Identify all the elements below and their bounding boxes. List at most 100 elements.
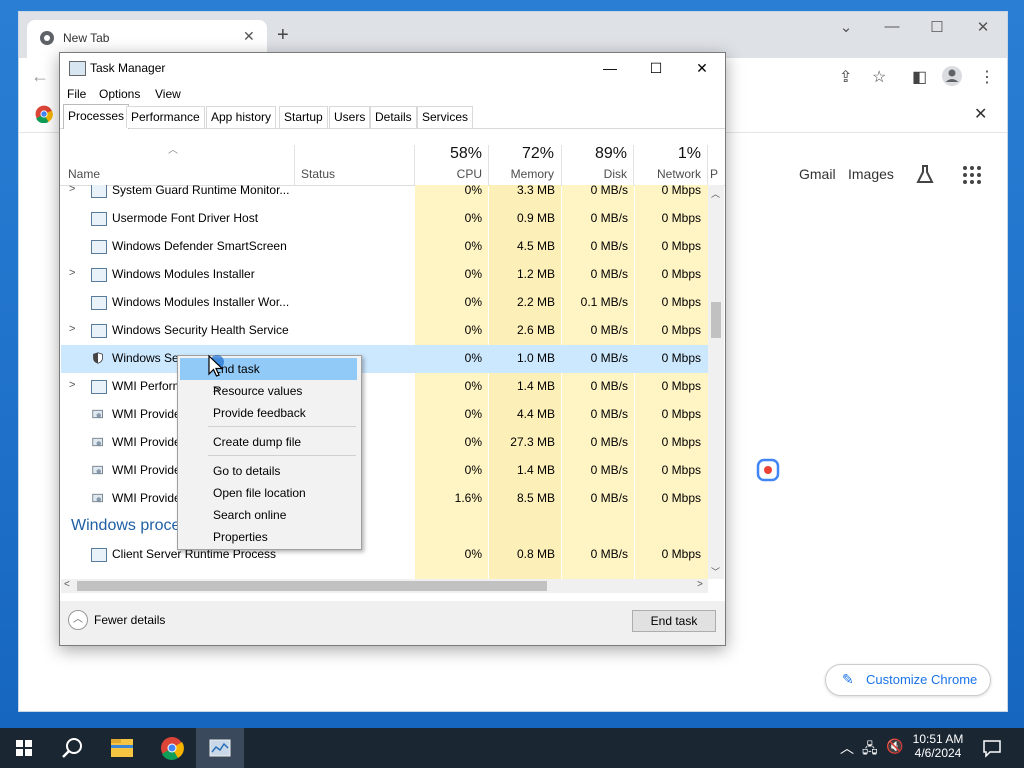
- hscroll-thumb[interactable]: [77, 581, 547, 591]
- bookmark-star-icon[interactable]: ☆: [872, 67, 886, 87]
- title-bar[interactable]: Task Manager — ☐ ✕: [60, 53, 725, 83]
- google-lens-icon[interactable]: [754, 456, 782, 484]
- ctx-search-online[interactable]: Search online: [180, 504, 357, 526]
- images-link[interactable]: Images: [848, 166, 894, 182]
- start-windows-icon[interactable]: [0, 728, 48, 768]
- notification-icon[interactable]: [982, 738, 1002, 758]
- network-value: 0 Mbps: [661, 547, 701, 561]
- memory-value: 2.6 MB: [516, 323, 555, 337]
- mouse-cursor-icon: [208, 354, 224, 377]
- scrollbar-thumb[interactable]: [711, 302, 721, 338]
- table-row[interactable]: Windows Sec 0% 1.0 MB 0 MB/s 0 Mbps: [61, 345, 708, 373]
- taskbar-clock[interactable]: 10:51 AM 4/6/2024: [908, 732, 968, 760]
- tab-details[interactable]: Details: [370, 106, 417, 128]
- expand-chevron-icon[interactable]: >: [69, 267, 75, 279]
- file-explorer-icon[interactable]: [98, 728, 146, 768]
- col-power[interactable]: P: [710, 167, 720, 181]
- expand-chevron-icon[interactable]: >: [69, 185, 75, 195]
- ctx-provide-feedback[interactable]: Provide feedback: [180, 402, 357, 424]
- expand-chevron-icon[interactable]: >: [69, 379, 75, 391]
- table-row[interactable]: WMI Provide 0% 1.4 MB 0 MB/s 0 Mbps: [61, 457, 708, 485]
- tm-maximize-button[interactable]: ☐: [633, 57, 679, 79]
- menu-item-label: Go to details: [213, 464, 281, 478]
- tab-users[interactable]: Users: [329, 106, 371, 128]
- side-panel-icon[interactable]: ◧: [912, 67, 927, 87]
- table-row[interactable]: WMI Provide 0% 4.4 MB 0 MB/s 0 Mbps: [61, 401, 708, 429]
- table-row[interactable]: Windows Defender SmartScreen 0% 4.5 MB 0 MB…: [61, 233, 708, 261]
- ctx-resource-values[interactable]: Resource values >: [180, 380, 357, 402]
- tab-search-icon[interactable]: ⌄: [831, 18, 861, 36]
- table-row[interactable]: WMI Provide 0% 27.3 MB 0 MB/s 0 Mbps: [61, 429, 708, 457]
- network-icon[interactable]: 🖧: [862, 738, 878, 762]
- volume-muted-icon[interactable]: 🔇: [886, 738, 903, 755]
- expand-chevron-icon[interactable]: >: [69, 323, 75, 335]
- disk-value: 0 MB/s: [590, 463, 628, 477]
- sort-arrow-icon: ︿: [168, 145, 178, 156]
- horizontal-scrollbar[interactable]: < >: [61, 579, 708, 593]
- col-disk[interactable]: Disk: [563, 167, 627, 181]
- tab-performance[interactable]: Performance: [126, 106, 205, 128]
- end-task-button[interactable]: End task: [632, 610, 716, 632]
- col-cpu[interactable]: CPU: [420, 167, 482, 181]
- bar-close-icon[interactable]: ✕: [974, 104, 987, 124]
- network-total[interactable]: 1%: [635, 145, 701, 163]
- ctx-go-to-details[interactable]: Go to details: [180, 460, 357, 482]
- col-name[interactable]: Name: [68, 167, 100, 181]
- disk-total[interactable]: 89%: [563, 145, 627, 163]
- tab-services[interactable]: Services: [417, 106, 474, 128]
- table-row[interactable]: > WMI Perform 0% 1.4 MB 0 MB/s 0 Mbps: [61, 373, 708, 401]
- fewer-details-link[interactable]: Fewer details: [94, 613, 165, 627]
- ctx-properties[interactable]: Properties: [180, 526, 357, 548]
- menu-options[interactable]: Options: [99, 87, 140, 101]
- chrome-taskbar-icon[interactable]: [148, 728, 196, 768]
- back-arrow-icon[interactable]: ←: [31, 66, 49, 87]
- customize-chrome-button[interactable]: ✎ Customize Chrome: [825, 664, 991, 696]
- labs-flask-icon[interactable]: [915, 164, 935, 184]
- disk-value: 0 MB/s: [590, 379, 628, 393]
- col-status[interactable]: Status: [301, 167, 335, 181]
- scroll-right-icon[interactable]: >: [697, 579, 703, 590]
- apps-grid-icon[interactable]: [963, 166, 981, 184]
- col-network[interactable]: Network: [635, 167, 701, 181]
- search-icon[interactable]: [48, 728, 96, 768]
- vertical-scrollbar[interactable]: ︿ ﹀: [708, 185, 724, 579]
- tab-close-icon[interactable]: ✕: [243, 28, 255, 45]
- table-row[interactable]: > System Guard Runtime Monitor... 0% 3.3 MB…: [61, 185, 708, 205]
- process-name: Windows Defender SmartScreen: [112, 239, 287, 253]
- ctx-create-dump-file[interactable]: Create dump file: [180, 431, 357, 453]
- table-row[interactable]: Usermode Font Driver Host 0% 0.9 MB 0 MB/s 0…: [61, 205, 708, 233]
- tm-minimize-button[interactable]: —: [587, 57, 633, 79]
- task-manager-taskbar-icon[interactable]: [196, 728, 244, 768]
- table-row[interactable]: Windows Modules Installer Wor... 0% 2.2 MB…: [61, 289, 708, 317]
- maximize-button[interactable]: ☐: [922, 18, 952, 36]
- share-icon[interactable]: ⇪: [839, 67, 852, 87]
- scroll-up-icon[interactable]: ︿: [711, 187, 720, 200]
- tab-startup[interactable]: Startup: [279, 106, 328, 128]
- scroll-down-icon[interactable]: ﹀: [711, 565, 720, 578]
- table-row[interactable]: > Windows Security Health Service 0% 2.6 MB…: [61, 317, 708, 345]
- menu-dots-icon[interactable]: ⋮: [979, 67, 995, 87]
- tm-close-button[interactable]: ✕: [679, 57, 725, 79]
- gmail-link[interactable]: Gmail: [799, 166, 836, 182]
- scroll-left-icon[interactable]: <: [64, 579, 70, 590]
- memory-value: 4.4 MB: [516, 407, 555, 421]
- col-memory[interactable]: Memory: [490, 167, 554, 181]
- close-button[interactable]: ✕: [968, 18, 998, 36]
- cpu-value: 0%: [464, 463, 482, 477]
- tray-overflow-icon[interactable]: ︿: [840, 738, 854, 758]
- tab-processes[interactable]: Processes: [63, 104, 130, 129]
- table-row[interactable]: WMI Provide 1.6% 8.5 MB 0 MB/s 0 Mbps: [61, 485, 708, 513]
- memory-total[interactable]: 72%: [490, 145, 554, 163]
- tab-app-history[interactable]: App history: [206, 106, 277, 128]
- collapse-chevron-icon[interactable]: ︿: [68, 610, 88, 630]
- profile-avatar-icon[interactable]: [942, 66, 962, 86]
- new-tab-button[interactable]: +: [277, 24, 289, 47]
- table-row[interactable]: Client Server Runtime Process 0% 0.8 MB 0 M…: [61, 541, 708, 569]
- menu-file[interactable]: File: [67, 87, 86, 101]
- ctx-open-file-location[interactable]: Open file location: [180, 482, 357, 504]
- cpu-total[interactable]: 58%: [420, 145, 482, 163]
- minimize-button[interactable]: —: [877, 18, 907, 35]
- menu-view[interactable]: View: [155, 87, 181, 101]
- table-row[interactable]: > Windows Modules Installer 0% 1.2 MB 0 MB/s…: [61, 261, 708, 289]
- memory-value: 3.3 MB: [516, 185, 555, 197]
